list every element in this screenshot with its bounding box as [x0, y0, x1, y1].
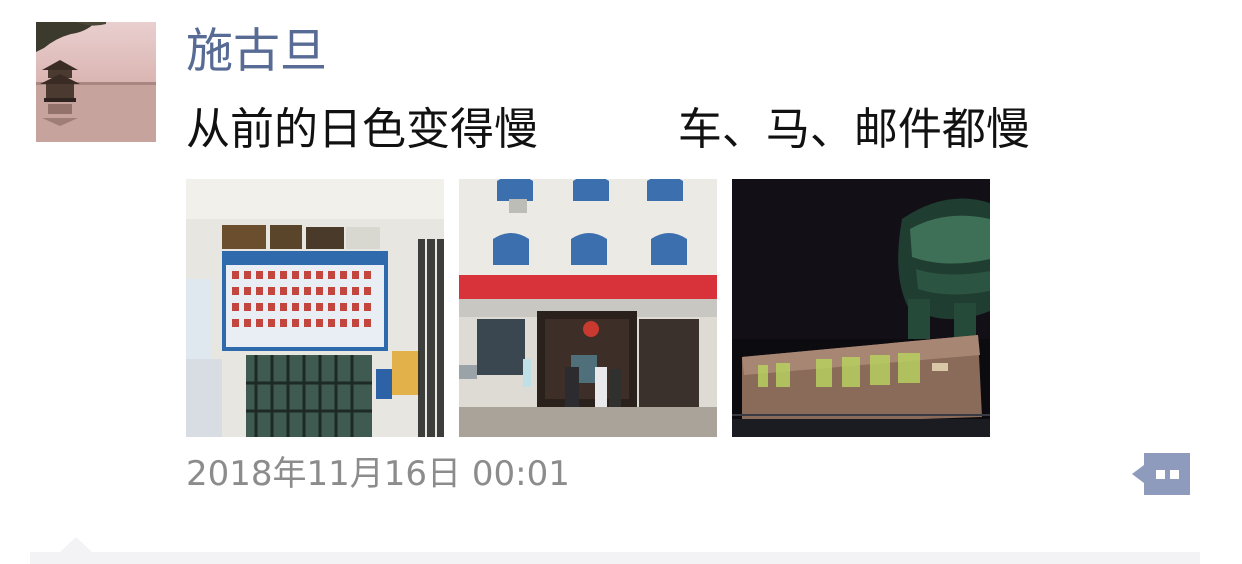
post-timestamp: 2018年11月16日 00:01 — [186, 454, 570, 494]
comment-more-button[interactable] — [1132, 453, 1190, 495]
post-photo-1[interactable] — [186, 179, 444, 437]
comment-area-caret — [60, 537, 92, 552]
post-photo-3[interactable] — [732, 179, 990, 437]
comment-area — [30, 552, 1200, 564]
post-photo-2[interactable] — [459, 179, 717, 437]
comment-more-icon — [1132, 453, 1190, 495]
post-text: 从前的日色变得慢 车、马、邮件都慢 — [186, 104, 1030, 155]
author-name[interactable]: 施古旦 — [186, 22, 327, 82]
avatar[interactable] — [36, 22, 156, 142]
